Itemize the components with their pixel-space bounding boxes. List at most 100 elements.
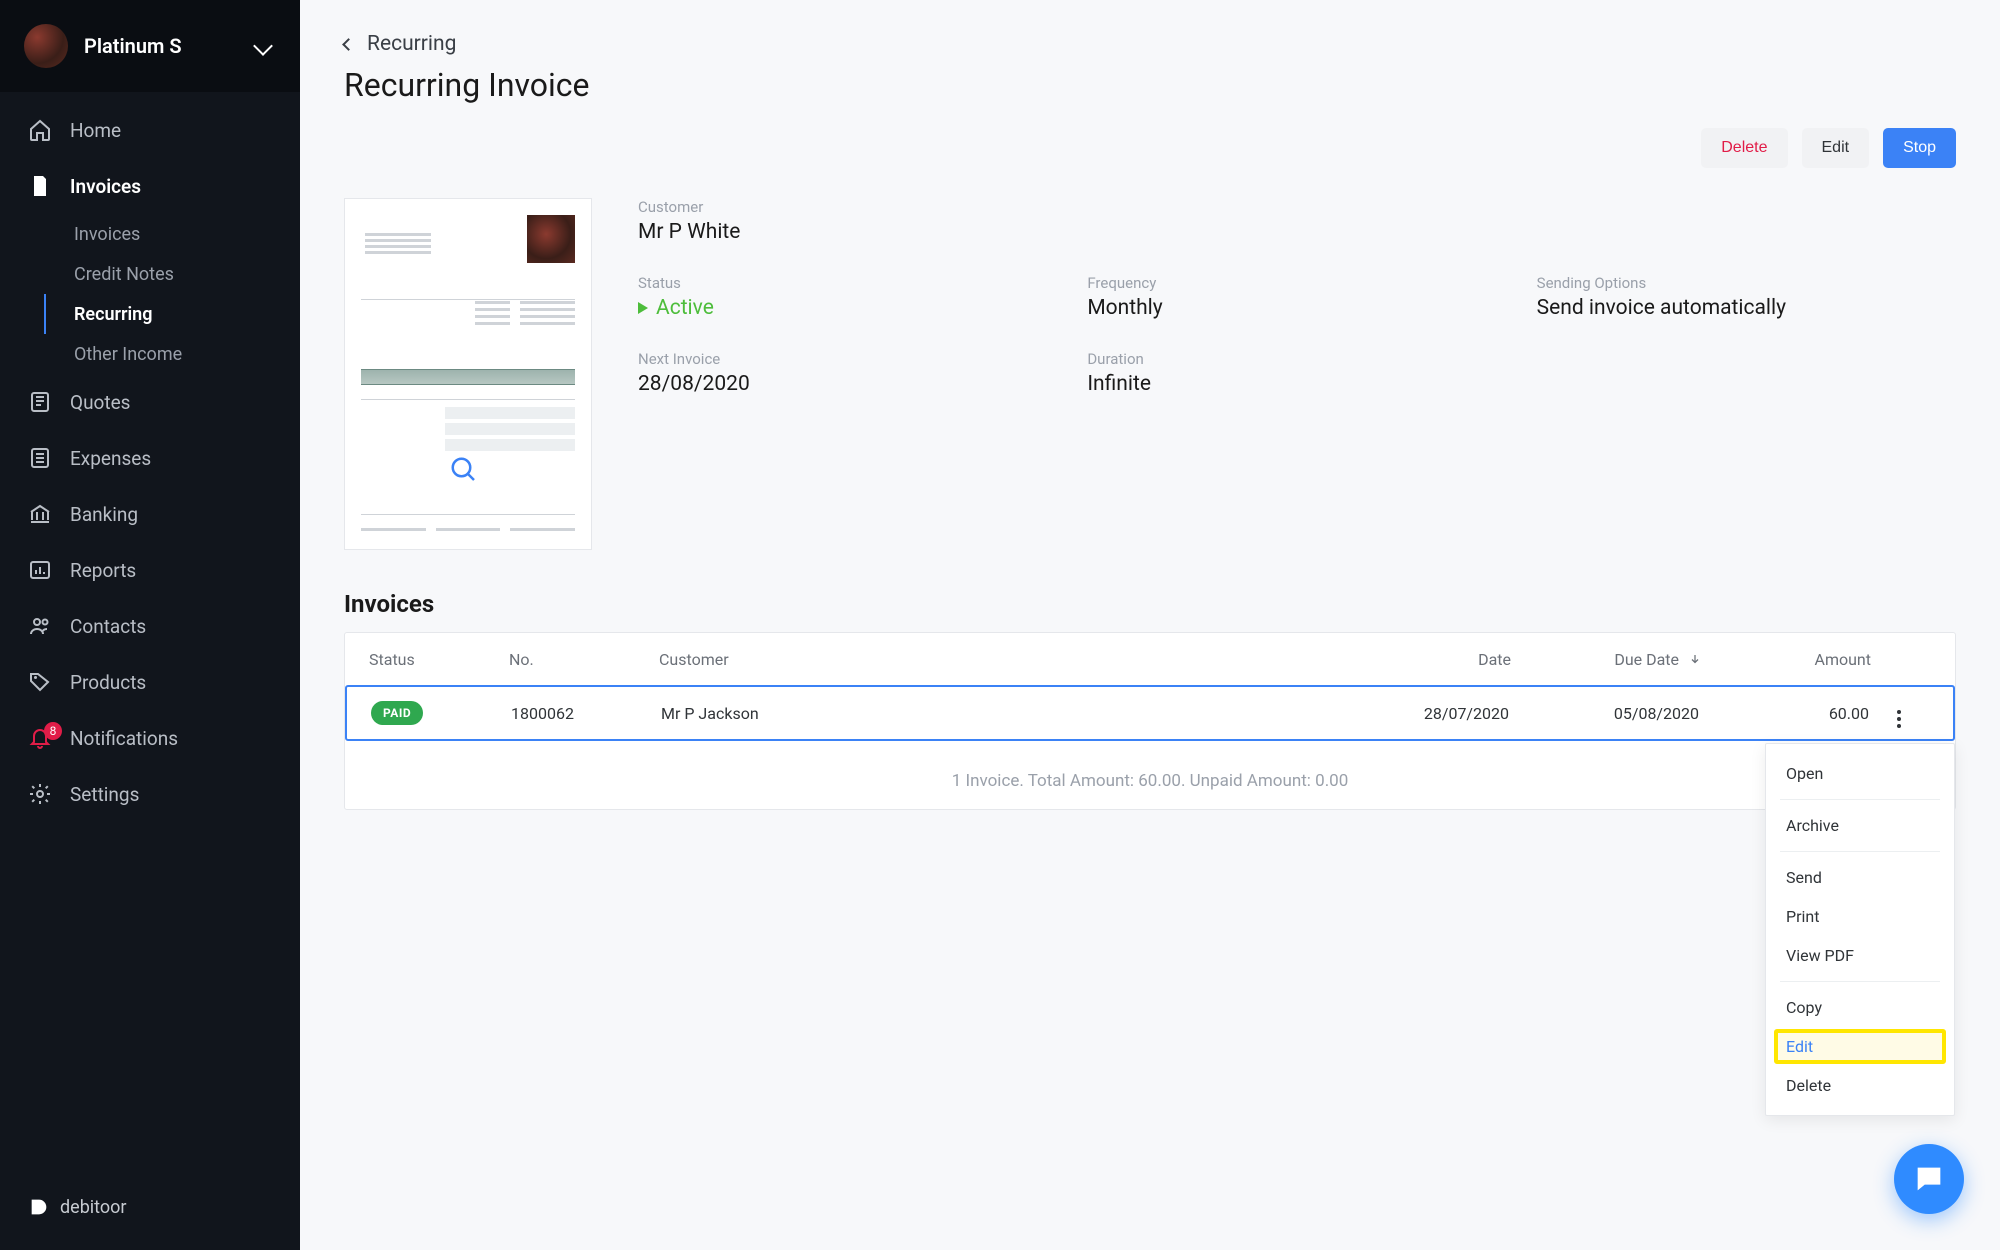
status-label: Status	[638, 274, 1057, 292]
dd-view-pdf[interactable]: View PDF	[1766, 936, 1954, 975]
gear-icon	[28, 782, 52, 806]
sidebar-subitem-label: Invoices	[74, 224, 140, 245]
invoices-section-heading: Invoices	[344, 590, 1956, 618]
sort-desc-icon	[1689, 650, 1701, 669]
duration-label: Duration	[1087, 350, 1506, 368]
sidebar-subitem-label: Recurring	[74, 304, 152, 325]
notifications-badge: 8	[44, 722, 62, 740]
dd-delete[interactable]: Delete	[1766, 1066, 1954, 1105]
sidebar-item-settings[interactable]: Settings	[0, 766, 300, 822]
row-action-dropdown: Open Archive Send Print View PDF Copy Ed…	[1765, 743, 1955, 1116]
play-icon	[638, 302, 648, 314]
preview-divider	[361, 299, 575, 300]
invoices-subnav: Invoices Credit Notes Recurring Other In…	[0, 214, 300, 374]
chat-fab[interactable]	[1894, 1144, 1964, 1214]
chat-icon	[1912, 1162, 1946, 1196]
th-due[interactable]: Due Date	[1511, 650, 1701, 669]
sidebar-item-label: Contacts	[70, 615, 146, 638]
sidebar-item-contacts[interactable]: Contacts	[0, 598, 300, 654]
sidebar-item-home[interactable]: Home	[0, 102, 300, 158]
row-menu-button[interactable]	[1897, 710, 1901, 728]
sending-value: Send invoice automatically	[1537, 296, 1956, 320]
breadcrumb[interactable]: Recurring	[344, 32, 1956, 56]
dd-archive[interactable]: Archive	[1766, 806, 1954, 845]
sidebar-nav: Home Invoices Invoices Credit Notes Recu…	[0, 92, 300, 1172]
detail-panel: Customer Mr P White Status Active Freque…	[344, 198, 1956, 550]
dd-send[interactable]: Send	[1766, 858, 1954, 897]
invoice-icon	[28, 174, 52, 198]
bell-icon-wrap: 8	[28, 726, 52, 750]
delete-button[interactable]: Delete	[1701, 128, 1787, 168]
th-no[interactable]: No.	[509, 650, 659, 669]
sidebar-subitem-invoices[interactable]: Invoices	[44, 214, 300, 254]
chevron-left-icon	[342, 38, 355, 51]
sidebar: Platinum S Home Invoices Invoices Credit…	[0, 0, 300, 1250]
cell-customer: Mr P Jackson	[661, 704, 1339, 723]
sidebar-subitem-other-income[interactable]: Other Income	[44, 334, 300, 374]
cell-no: 1800062	[511, 704, 661, 723]
dd-separator	[1780, 981, 1940, 982]
preview-logo	[527, 215, 575, 263]
sidebar-item-products[interactable]: Products	[0, 654, 300, 710]
sidebar-item-expenses[interactable]: Expenses	[0, 430, 300, 486]
status-text: Active	[656, 296, 714, 320]
reports-icon	[28, 558, 52, 582]
sidebar-item-label: Home	[70, 119, 121, 142]
sidebar-item-quotes[interactable]: Quotes	[0, 374, 300, 430]
th-date[interactable]: Date	[1341, 650, 1511, 669]
sidebar-item-banking[interactable]: Banking	[0, 486, 300, 542]
next-invoice-label: Next Invoice	[638, 350, 1057, 368]
sidebar-subitem-label: Credit Notes	[74, 264, 174, 285]
duration-value: Infinite	[1087, 372, 1506, 396]
brand-footer: debitoor	[0, 1172, 300, 1250]
th-status[interactable]: Status	[369, 650, 509, 669]
sidebar-item-reports[interactable]: Reports	[0, 542, 300, 598]
quote-icon	[28, 390, 52, 414]
invoice-preview[interactable]	[344, 198, 592, 550]
account-name: Platinum S	[84, 34, 240, 58]
cell-date: 28/07/2020	[1339, 704, 1509, 723]
chevron-down-icon	[253, 36, 273, 56]
dd-open[interactable]: Open	[1766, 754, 1954, 793]
dd-edit[interactable]: Edit	[1774, 1029, 1946, 1064]
sidebar-subitem-credit-notes[interactable]: Credit Notes	[44, 254, 300, 294]
tag-icon	[28, 670, 52, 694]
th-customer[interactable]: Customer	[659, 650, 1341, 669]
customer-label: Customer	[638, 198, 1956, 216]
sidebar-item-label: Notifications	[70, 727, 178, 750]
status-pill: PAID	[371, 701, 423, 725]
account-switcher[interactable]: Platinum S	[0, 0, 300, 92]
sidebar-item-notifications[interactable]: 8 Notifications	[0, 710, 300, 766]
dd-print[interactable]: Print	[1766, 897, 1954, 936]
stop-button[interactable]: Stop	[1883, 128, 1956, 168]
brand-name: debitoor	[60, 1197, 127, 1218]
sidebar-item-invoices[interactable]: Invoices	[0, 158, 300, 214]
status-value: Active	[638, 296, 714, 320]
preview-table-header	[361, 369, 575, 385]
sidebar-item-label: Reports	[70, 559, 136, 582]
sidebar-subitem-label: Other Income	[74, 344, 182, 365]
edit-button[interactable]: Edit	[1802, 128, 1870, 168]
sidebar-item-label: Banking	[70, 503, 138, 526]
account-avatar	[24, 24, 68, 68]
zoom-icon	[449, 455, 479, 489]
sidebar-item-label: Expenses	[70, 447, 151, 470]
preview-totals	[445, 407, 575, 451]
table-summary: 1 Invoice. Total Amount: 60.00. Unpaid A…	[345, 741, 1955, 809]
page-title: Recurring Invoice	[344, 66, 1956, 104]
invoices-table: Status No. Customer Date Due Date Amount…	[344, 632, 1956, 810]
sending-label: Sending Options	[1537, 274, 1956, 292]
sidebar-subitem-recurring[interactable]: Recurring	[44, 294, 300, 334]
th-amount[interactable]: Amount	[1701, 650, 1871, 669]
dd-separator	[1780, 851, 1940, 852]
home-icon	[28, 118, 52, 142]
preview-address-lines	[365, 233, 431, 257]
cell-amount: 60.00	[1699, 704, 1869, 723]
preview-footer	[361, 528, 575, 531]
main-content: Recurring Recurring Invoice Delete Edit …	[300, 0, 2000, 1250]
expense-icon	[28, 446, 52, 470]
dd-copy[interactable]: Copy	[1766, 988, 1954, 1027]
cell-due: 05/08/2020	[1509, 704, 1699, 723]
table-row[interactable]: PAID 1800062 Mr P Jackson 28/07/2020 05/…	[345, 685, 1955, 741]
bank-icon	[28, 502, 52, 526]
